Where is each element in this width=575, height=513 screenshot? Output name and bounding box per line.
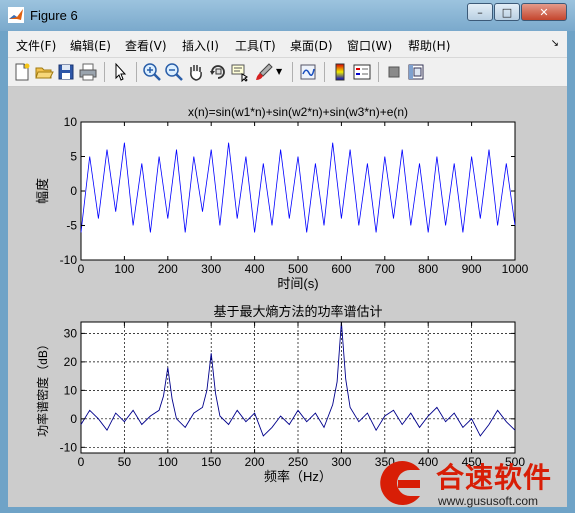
gusu-logo-icon [376,456,424,510]
dock-arrow-icon[interactable]: ↘ [551,38,559,49]
zoom-out-icon[interactable] [164,62,184,82]
x-tick-label: 300 [201,262,221,276]
brush-dropdown-icon[interactable]: ▼ [276,62,286,82]
zoom-in-icon[interactable] [142,62,162,82]
x-tick-label: 200 [245,455,265,469]
menu-view[interactable]: 查看(V) [125,37,167,54]
x-tick-label: 400 [245,262,265,276]
x-tick-label: 800 [418,262,438,276]
y-tick-label: 10 [64,383,78,397]
data-cursor-icon[interactable] [230,62,250,82]
toolbar-separator [292,62,293,82]
watermark-name: 合速软件 [436,461,553,494]
y-tick-label: 0 [70,412,77,426]
minimize-button[interactable]: – [467,3,493,21]
watermark-url: www.gususoft.com [438,494,539,508]
print-icon[interactable] [78,62,98,82]
time-domain-axes[interactable]: 0 100 200 300 400 500 600 700 800 900 1000 -10 -5 0 5 1… [35,105,529,291]
figure-toolbar: ▼ [8,58,567,87]
x-tick-label: 0 [78,455,85,469]
x-tick-label: 100 [158,455,178,469]
menu-edit[interactable]: 编辑(E) [70,37,111,54]
show-plot-tools-icon[interactable] [406,62,426,82]
axes-background [80,121,516,261]
x-tick-label: 600 [331,262,351,276]
menu-insert[interactable]: 插入(I) [182,37,219,54]
y-axis-label: 幅度 [35,178,50,204]
pan-hand-icon[interactable] [186,62,206,82]
brush-icon[interactable] [254,62,274,82]
menu-tools[interactable]: 工具(T) [235,37,276,54]
x-tick-label: 1000 [502,262,529,276]
link-plot-icon[interactable] [298,62,318,82]
y-tick-label: 30 [64,326,78,340]
x-axis-label: 时间(s) [277,276,318,291]
toolbar-separator [378,62,379,82]
menu-help[interactable]: 帮助(H) [408,37,450,54]
x-tick-label: 700 [375,262,395,276]
rotate-3d-icon[interactable] [208,62,228,82]
title-bar[interactable]: Figure 6 – □ ✕ [0,0,575,31]
menu-desktop[interactable]: 桌面(D) [290,37,333,54]
maximize-button[interactable]: □ [494,3,520,21]
x-tick-label: 0 [78,262,85,276]
x-tick-label: 250 [288,455,308,469]
x-tick-label: 200 [158,262,178,276]
close-button[interactable]: ✕ [521,3,567,21]
y-tick-label: 10 [64,115,78,129]
x-tick-label: 100 [114,262,134,276]
close-icon: ✕ [539,6,549,19]
menu-window[interactable]: 窗口(W) [347,37,392,54]
maximize-icon: □ [501,6,513,19]
y-tick-label: -10 [60,253,78,267]
y-axis-label: 功率谱密度（dB） [35,338,50,437]
minimize-icon: – [477,6,483,19]
save-icon[interactable] [56,62,76,82]
toolbar-separator [324,62,325,82]
axes-title: 基于最大熵方法的功率谱估计 [213,304,382,319]
matlab-logo-icon [8,7,24,23]
x-tick-label: 300 [331,455,351,469]
y-tick-label: -10 [60,440,78,454]
figure-window: Figure 6 – □ ✕ 文件(F) 编辑(E) 查看(V) 插入(I) 工… [0,0,575,513]
x-tick-label: 900 [462,262,482,276]
new-figure-icon[interactable] [12,62,32,82]
x-tick-label: 150 [201,455,221,469]
colorbar-icon[interactable] [330,62,350,82]
window-title: Figure 6 [30,8,78,23]
legend-icon[interactable] [352,62,372,82]
menu-file[interactable]: 文件(F) [16,37,56,54]
hide-plot-tools-icon[interactable] [384,62,404,82]
y-tick-label: 20 [64,355,78,369]
plot-area: 0 100 200 300 400 500 600 700 800 900 1000-10-5051… [35,105,529,484]
pointer-icon[interactable] [110,62,130,82]
toolbar-separator [104,62,105,82]
y-tick-label: 5 [70,150,77,164]
figure-canvas: 0 100 200 300 400 500 600 700 800 900 1000 -10 -5 0 5 1… [8,87,567,507]
open-file-icon[interactable] [34,62,54,82]
y-tick-label: -5 [66,219,77,233]
x-tick-label: 50 [118,455,132,469]
x-axis-label: 频率（Hz） [264,469,332,484]
toolbar-separator [136,62,137,82]
menu-bar: 文件(F) 编辑(E) 查看(V) 插入(I) 工具(T) 桌面(D) 窗口(W… [8,31,567,58]
x-tick-label: 500 [288,262,308,276]
y-tick-label: 0 [70,184,77,198]
axes-title: x(n)=sin(w1*n)+sin(w2*n)+sin(w3*n)+e(n) [188,105,408,119]
